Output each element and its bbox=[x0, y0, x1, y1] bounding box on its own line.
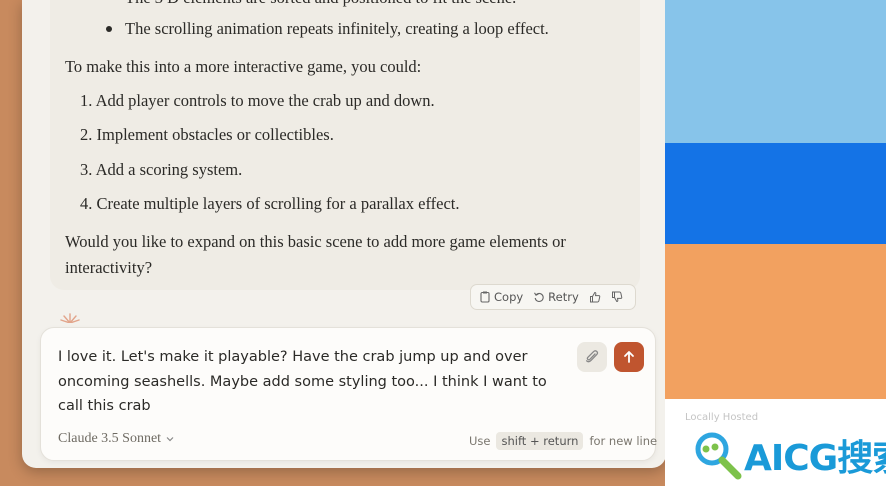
list-item: 1. Add player controls to move the crab … bbox=[80, 91, 435, 110]
assistant-message: The 3 D elements are sorted and position… bbox=[50, 0, 640, 290]
retry-label: Retry bbox=[548, 290, 579, 304]
sky-band bbox=[665, 0, 886, 143]
hint-use: Use bbox=[469, 434, 491, 448]
chevron-down-icon bbox=[166, 437, 174, 442]
chat-window: The 3 D elements are sorted and position… bbox=[22, 0, 666, 468]
message-actions: Copy Retry bbox=[470, 284, 636, 310]
model-selector[interactable]: Claude 3.5 Sonnet bbox=[58, 431, 175, 447]
arrow-up-icon bbox=[624, 351, 634, 363]
message-closing: Would you like to expand on this basic s… bbox=[65, 232, 566, 277]
watermark-text: AICG搜索 bbox=[744, 438, 886, 479]
newline-hint: Use shift + return for new line bbox=[469, 432, 657, 450]
sea-band bbox=[665, 143, 886, 244]
message-intro: To make this into a more interactive gam… bbox=[65, 57, 422, 76]
hint-suffix: for new line bbox=[589, 434, 658, 448]
faint-text: Locally Hosted bbox=[685, 412, 759, 423]
send-button[interactable] bbox=[614, 342, 644, 372]
attach-button[interactable] bbox=[577, 342, 607, 372]
watermark-logo: AICG搜索 bbox=[690, 427, 886, 483]
thumbs-down-button[interactable] bbox=[611, 291, 623, 303]
retry-button[interactable]: Retry bbox=[533, 290, 579, 304]
magnifier-icon bbox=[695, 432, 742, 480]
sand-band bbox=[665, 244, 886, 399]
list-item: 4. Create multiple layers of scrolling f… bbox=[80, 194, 460, 213]
copy-button[interactable]: Copy bbox=[479, 290, 523, 304]
list-item: 2. Implement obstacles or collectibles. bbox=[80, 125, 334, 144]
bullet-dot bbox=[106, 26, 112, 32]
copy-label: Copy bbox=[494, 290, 524, 304]
thumbs-down-icon bbox=[611, 291, 623, 303]
message-bullet: The scrolling animation repeats infinite… bbox=[125, 19, 549, 38]
retry-icon bbox=[534, 292, 544, 302]
preview-panel: Locally Hosted bbox=[665, 0, 886, 486]
message-cut-line: The 3 D elements are sorted and position… bbox=[125, 0, 516, 8]
thumbs-up-icon bbox=[589, 291, 601, 303]
list-item: 3. Add a scoring system. bbox=[80, 160, 243, 179]
message-input[interactable]: I love it. Let's make it playable? Have … bbox=[58, 345, 558, 419]
hint-keys: shift + return bbox=[496, 432, 584, 450]
paperclip-icon bbox=[585, 350, 599, 363]
copy-icon bbox=[480, 291, 490, 303]
claude-sparkle-icon bbox=[60, 313, 80, 323]
chat-input-box[interactable]: I love it. Let's make it playable? Have … bbox=[40, 327, 657, 461]
thumbs-up-button[interactable] bbox=[589, 291, 601, 303]
model-name: Claude 3.5 Sonnet bbox=[58, 431, 162, 446]
